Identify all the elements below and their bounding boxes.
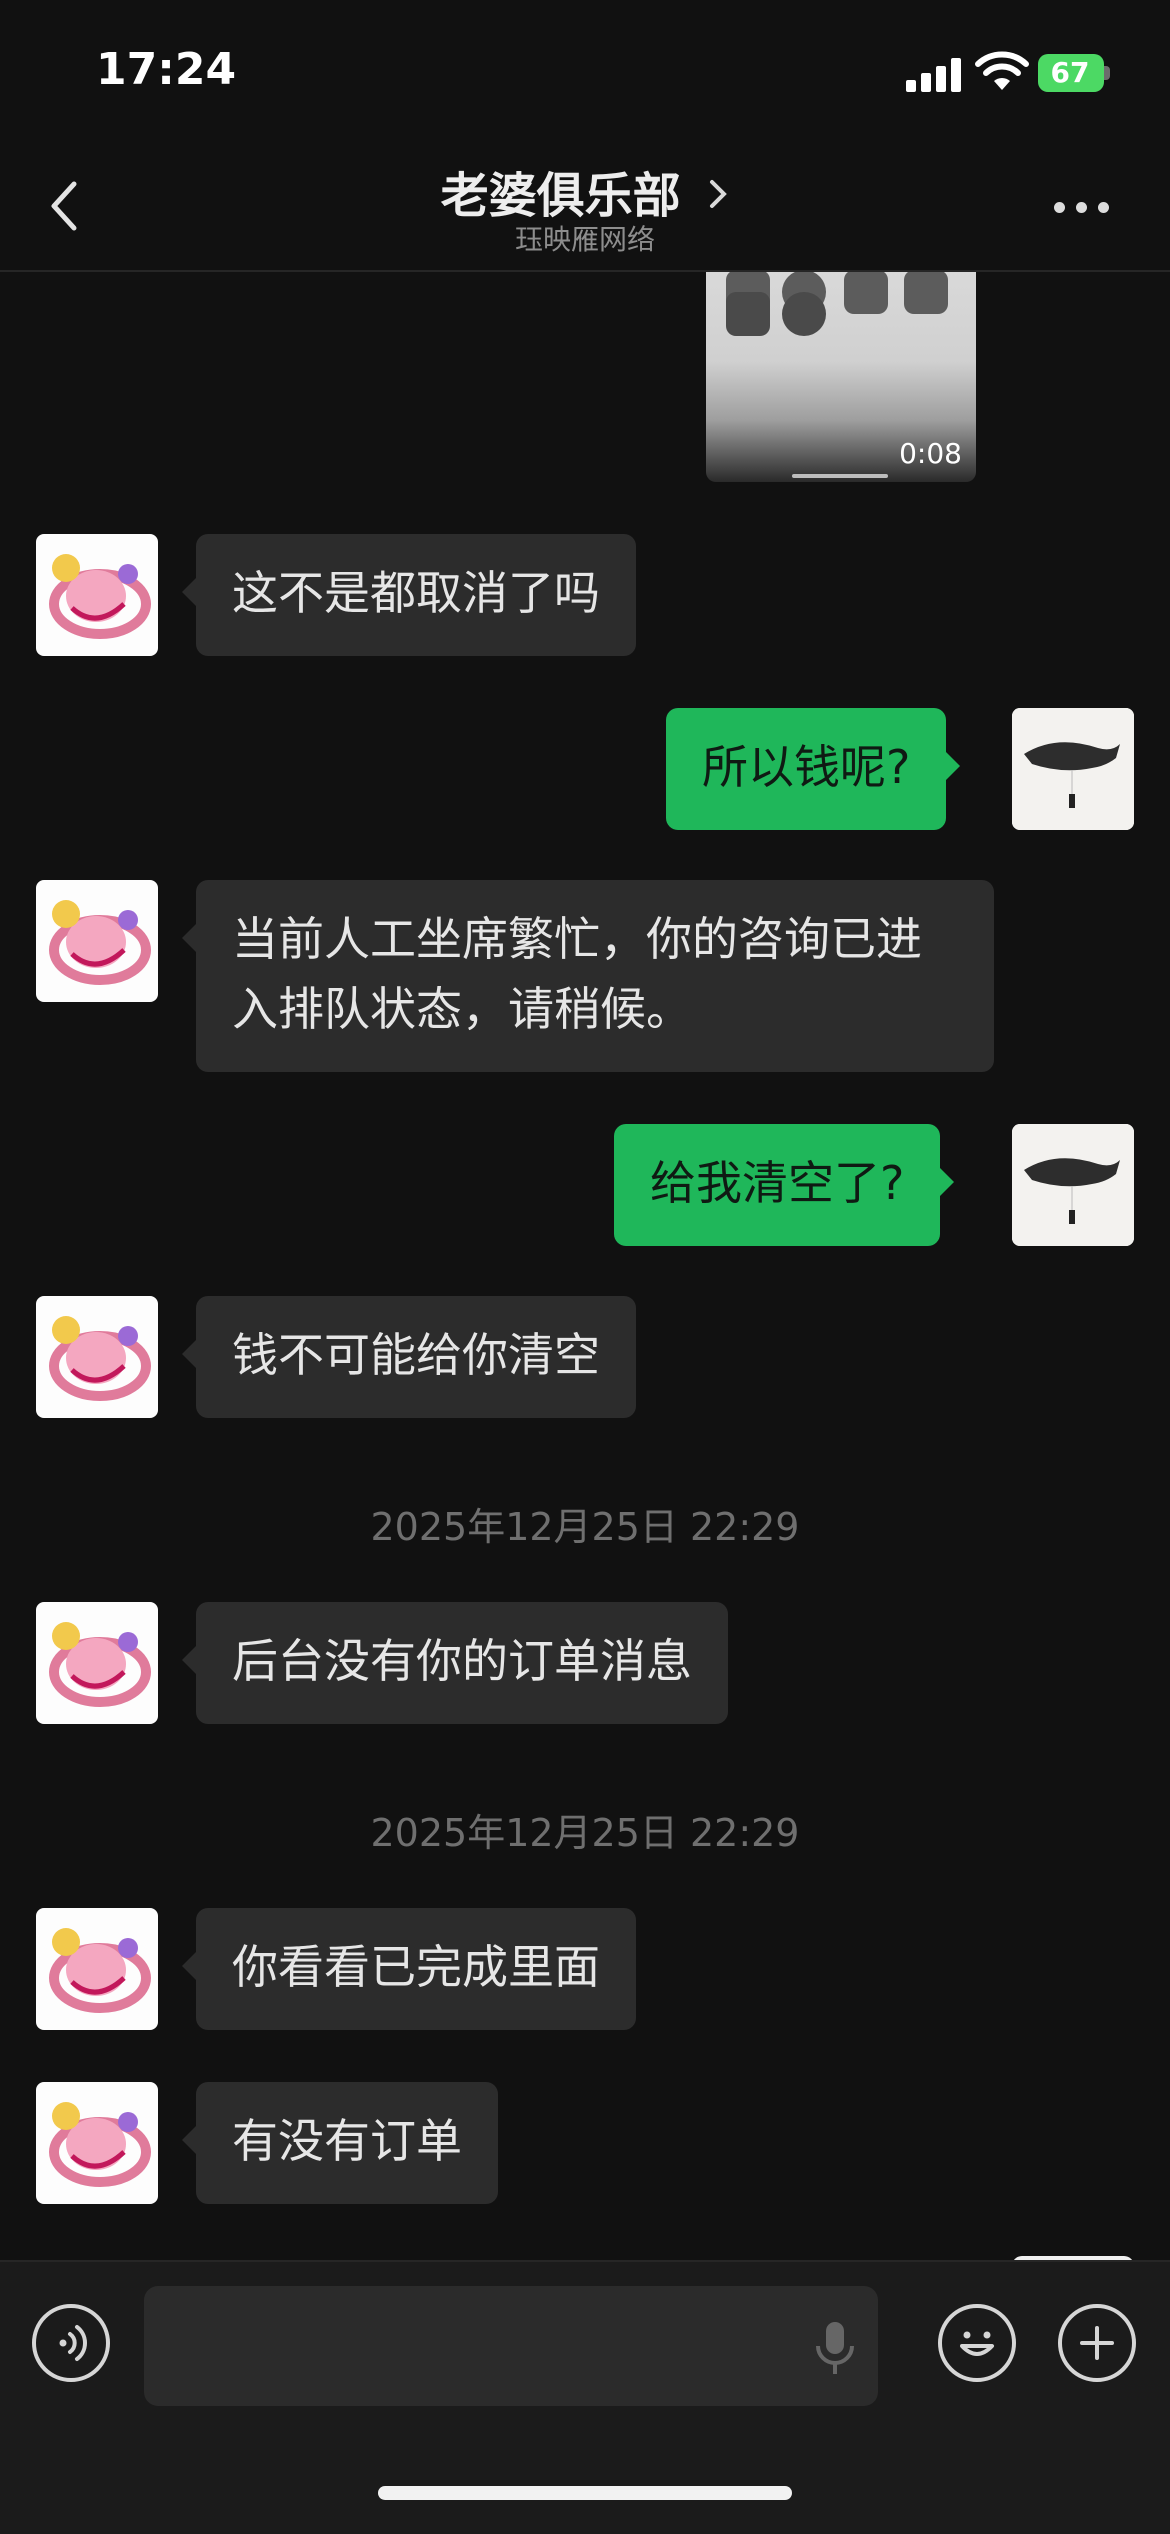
home-indicator[interactable] (378, 2486, 792, 2500)
emoji-face (960, 2331, 994, 2356)
chat-subtitle: 珏映雁网络 (514, 223, 655, 256)
club-logo-avatar (49, 900, 151, 985)
avatar[interactable] (36, 880, 158, 1002)
avatar[interactable] (36, 2082, 158, 2204)
emoji-icon[interactable] (938, 2304, 1016, 2382)
cellular-signal-icon (906, 58, 962, 92)
more-icon[interactable] (1052, 198, 1112, 218)
chevron-right-icon (710, 180, 728, 208)
message-bubble-incoming[interactable]: 当前人工坐席繁忙，你的咨询已进入排队状态，请稍候。 (182, 880, 994, 1072)
avatar[interactable] (36, 534, 158, 656)
club-logo-avatar (49, 554, 151, 639)
club-logo-avatar (49, 1622, 151, 1707)
avatar[interactable] (1012, 708, 1134, 830)
message-bubble-incoming[interactable]: 钱不可能给你清空 (182, 1296, 636, 1418)
chat-header: 老婆俱乐部 珏映雁网络 (0, 140, 1170, 272)
video-duration: 0:08 (899, 437, 962, 470)
whale-avatar (1012, 1124, 1134, 1246)
video-message[interactable]: 0:08 (706, 272, 976, 482)
status-time: 17:24 (96, 44, 237, 95)
voice-icon[interactable] (32, 2304, 110, 2382)
status-bar: 17:24 67 (0, 0, 1170, 140)
battery-level: 67 (1050, 56, 1090, 89)
wifi-icon (975, 51, 1029, 90)
message-input[interactable] (144, 2286, 878, 2406)
club-logo-avatar (49, 1316, 151, 1401)
battery-nub (1104, 66, 1110, 80)
message-timestamp: 2025年12月25日 22:29 (370, 1505, 800, 1549)
chat-title-text: 老婆俱乐部 (440, 168, 681, 224)
message-list[interactable]: 0:08 这不是都取消了吗 所以钱呢? 当前人工坐席繁忙，你的咨询已进入排队状态… (0, 272, 1170, 2260)
message-bubble-incoming[interactable]: 有没有订单 (182, 2082, 498, 2204)
record-icon (782, 292, 826, 336)
mic-icon[interactable] (808, 2318, 862, 2376)
chat-title[interactable]: 老婆俱乐部 (0, 156, 1170, 226)
plus-icon[interactable] (1058, 2304, 1136, 2382)
thumb-icon (904, 272, 948, 314)
message-bubble-incoming[interactable]: 后台没有你的订单消息 (182, 1602, 728, 1724)
message-timestamp: 2025年12月25日 22:29 (370, 1811, 800, 1855)
avatar[interactable] (36, 1908, 158, 2030)
message-bubble-outgoing[interactable]: 所以钱呢? (666, 708, 961, 830)
scan-icon (726, 292, 770, 336)
message-bubble-outgoing[interactable]: 给我清空了? (614, 1124, 955, 1246)
message-bubble-incoming[interactable]: 这不是都取消了吗 (182, 534, 636, 656)
avatar[interactable] (36, 1296, 158, 1418)
avatar[interactable] (1012, 1124, 1134, 1246)
message-bubble-incoming[interactable]: 你看看已完成里面 (182, 1908, 636, 2030)
voice-waves (59, 2325, 87, 2361)
avatar[interactable] (36, 1602, 158, 1724)
club-logo-avatar (49, 2102, 151, 2187)
club-logo-avatar (49, 1928, 151, 2013)
home-bar (792, 474, 888, 478)
whale-avatar (1012, 708, 1134, 830)
thumb-icon (844, 272, 888, 314)
plus-glyph (1080, 2326, 1114, 2360)
